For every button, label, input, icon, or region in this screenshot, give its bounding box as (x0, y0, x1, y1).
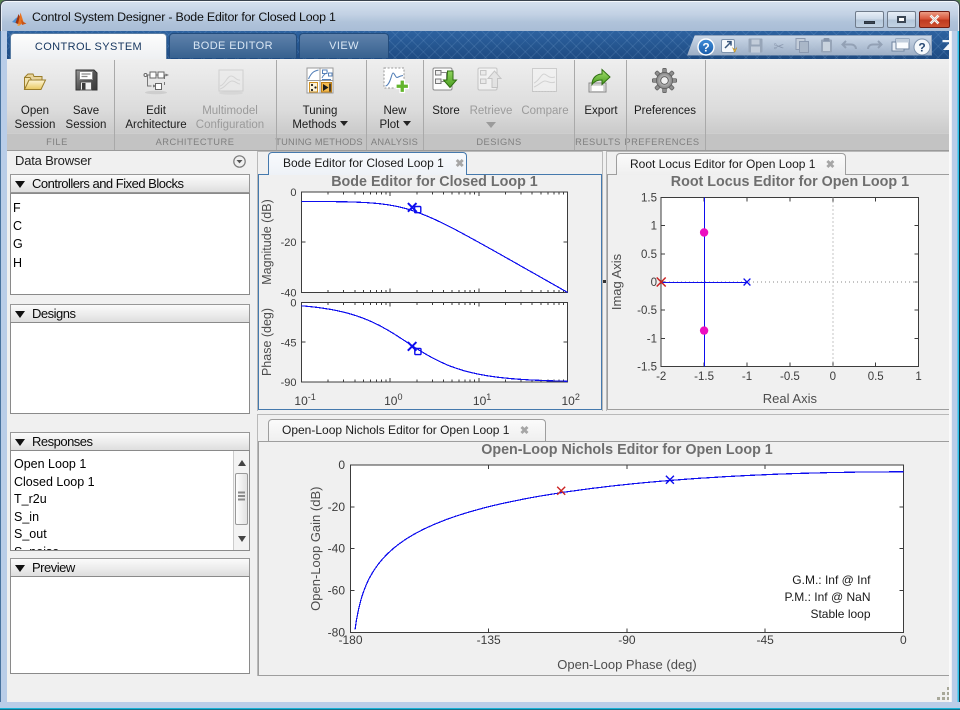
svg-text:0.5: 0.5 (641, 249, 657, 261)
svg-text:101: 101 (473, 392, 491, 408)
svg-text:G.M.: Inf @ Inf: G.M.: Inf @ Inf (792, 573, 871, 587)
svg-text:-1: -1 (742, 371, 752, 383)
svg-text:Bode Editor for Closed Loop 1: Bode Editor for Closed Loop 1 (331, 174, 538, 190)
svg-text:-90: -90 (281, 377, 297, 389)
svg-text:1: 1 (651, 221, 657, 233)
svg-text:Root Locus Editor for Open Loo: Root Locus Editor for Open Loop 1 (671, 174, 909, 190)
svg-text:Stable loop: Stable loop (810, 607, 870, 621)
svg-text:Open-Loop Gain (dB): Open-Loop Gain (dB) (308, 487, 323, 611)
svg-text:-1.5: -1.5 (694, 371, 714, 383)
svg-text:-0.5: -0.5 (780, 371, 800, 383)
svg-text:-90: -90 (618, 633, 636, 647)
svg-text:0: 0 (290, 187, 296, 199)
svg-text:-40: -40 (328, 542, 346, 556)
svg-text:?: ? (918, 40, 925, 54)
svg-text:Phase (deg): Phase (deg) (260, 308, 274, 376)
svg-text:100: 100 (384, 392, 402, 408)
svg-text:0: 0 (290, 298, 296, 310)
svg-text:-0.5: -0.5 (637, 305, 657, 317)
svg-text:Real Axis: Real Axis (763, 391, 818, 406)
svg-text:-1: -1 (647, 333, 657, 345)
svg-text:0: 0 (900, 633, 907, 647)
svg-text:-135: -135 (477, 633, 501, 647)
svg-text:0.5: 0.5 (868, 371, 884, 383)
svg-text:0: 0 (651, 277, 657, 289)
svg-text:Open-Loop Nichols Editor for O: Open-Loop Nichols Editor for Open Loop 1 (481, 442, 773, 458)
svg-text:-45: -45 (757, 633, 775, 647)
svg-text:-60: -60 (328, 584, 346, 598)
svg-text:1: 1 (915, 371, 921, 383)
svg-text:10-1: 10-1 (294, 392, 315, 408)
svg-text:Open-Loop Phase (deg): Open-Loop Phase (deg) (557, 657, 696, 672)
svg-text:-20: -20 (328, 500, 346, 514)
svg-text:1.5: 1.5 (641, 193, 657, 205)
svg-text:-80: -80 (328, 625, 346, 639)
svg-text:0: 0 (338, 458, 345, 472)
svg-text:?: ? (702, 40, 709, 54)
svg-text:-2: -2 (656, 371, 666, 383)
svg-text:P.M.: Inf @ NaN: P.M.: Inf @ NaN (785, 590, 871, 604)
svg-text:102: 102 (562, 392, 580, 408)
svg-text:-20: -20 (281, 237, 297, 249)
svg-text:Magnitude (dB): Magnitude (dB) (260, 199, 274, 284)
svg-text:-1.5: -1.5 (637, 362, 657, 374)
svg-text:Imag Axis: Imag Axis (609, 253, 624, 310)
svg-text:-45: -45 (281, 337, 297, 349)
svg-text:0: 0 (830, 371, 836, 383)
